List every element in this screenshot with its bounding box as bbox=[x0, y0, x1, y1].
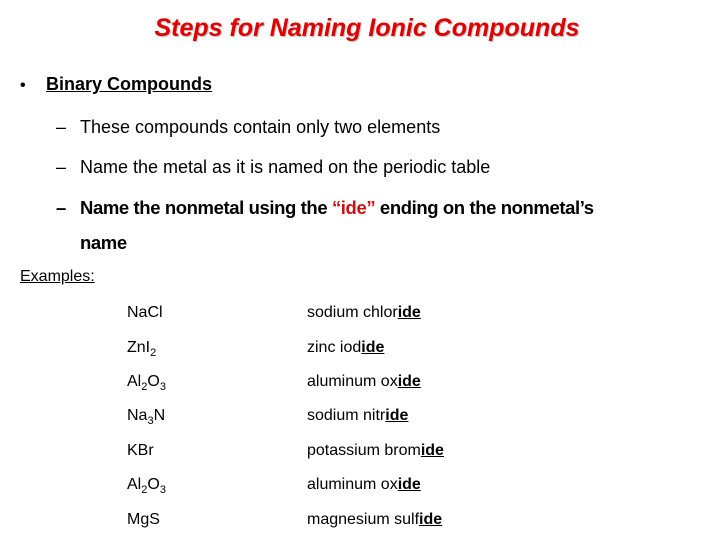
bullet-dot-icon: • bbox=[20, 77, 26, 94]
ide-suffix: ide bbox=[419, 511, 443, 528]
compound-name: magnesium sulfide bbox=[307, 511, 443, 528]
ide-suffix: ide bbox=[397, 373, 421, 390]
chemical-formula: ZnI2 bbox=[127, 339, 157, 359]
compound-name: potassium bromide bbox=[307, 442, 444, 459]
chemical-formula: NaCl bbox=[127, 304, 163, 321]
compound-name: sodium nitride bbox=[307, 407, 409, 424]
chemical-formula: MgS bbox=[127, 511, 160, 528]
compound-name: sodium chloride bbox=[307, 304, 421, 321]
dash-icon: – bbox=[56, 157, 67, 177]
formula-subscript: 2 bbox=[150, 347, 157, 359]
chemical-formula: KBr bbox=[127, 442, 154, 459]
example-row: Na3N sodium nitride bbox=[0, 407, 720, 431]
formula-subscript: 3 bbox=[159, 484, 166, 496]
ide-suffix: ide bbox=[397, 476, 421, 493]
ide-suffix: ide bbox=[361, 339, 385, 356]
sub-bullet-3: – Name the nonmetal using the “ide” endin… bbox=[56, 197, 594, 219]
sub-bullet-text: These compounds contain only two element… bbox=[80, 117, 441, 137]
ide-suffix: ide bbox=[397, 304, 421, 321]
ide-highlight: “ide” bbox=[331, 197, 376, 218]
slide-title: Steps for Naming Ionic Compounds bbox=[154, 14, 580, 42]
sub-bullet-1: – These compounds contain only two elemen… bbox=[56, 117, 440, 138]
examples-label: Examples: bbox=[20, 268, 95, 285]
example-row: Al2O3 aluminum oxide bbox=[0, 373, 720, 397]
sub-bullet-text: Name the nonmetal using the bbox=[80, 197, 332, 218]
ide-suffix: ide bbox=[385, 407, 409, 424]
ide-suffix: ide bbox=[420, 442, 444, 459]
formula-subscript: 3 bbox=[159, 381, 166, 393]
example-row: MgS magnesium sulfide bbox=[0, 511, 720, 535]
formula-subscript: 2 bbox=[141, 381, 148, 393]
dash-icon: – bbox=[56, 197, 66, 218]
sub-bullet-2: – Name the metal as it is named on the pe… bbox=[56, 157, 490, 178]
sub-bullet-3-continuation: name bbox=[80, 232, 127, 253]
chemical-formula: Al2O3 bbox=[127, 476, 166, 496]
example-row: NaCl sodium chloride bbox=[0, 304, 720, 328]
dash-icon: – bbox=[56, 117, 67, 137]
formula-subscript: 2 bbox=[141, 484, 148, 496]
compound-name: zinc iodide bbox=[307, 339, 385, 356]
formula-subscript: 3 bbox=[147, 415, 154, 427]
bullet-label: Binary Compounds bbox=[46, 74, 213, 94]
sub-bullet-text: Name the metal as it is named on the per… bbox=[80, 157, 491, 177]
compound-name: aluminum oxide bbox=[307, 476, 421, 493]
chemical-formula: Na3N bbox=[127, 407, 166, 427]
example-row: ZnI2 zinc iodide bbox=[0, 339, 720, 363]
bullet-binary-compounds: • Binary Compounds bbox=[20, 74, 212, 95]
example-row: KBr potassium bromide bbox=[0, 442, 720, 466]
example-row: Al2O3 aluminum oxide bbox=[0, 476, 720, 500]
sub-bullet-text: ending on the nonmetal’s bbox=[375, 197, 594, 218]
chemical-formula: Al2O3 bbox=[127, 373, 166, 393]
compound-name: aluminum oxide bbox=[307, 373, 421, 390]
